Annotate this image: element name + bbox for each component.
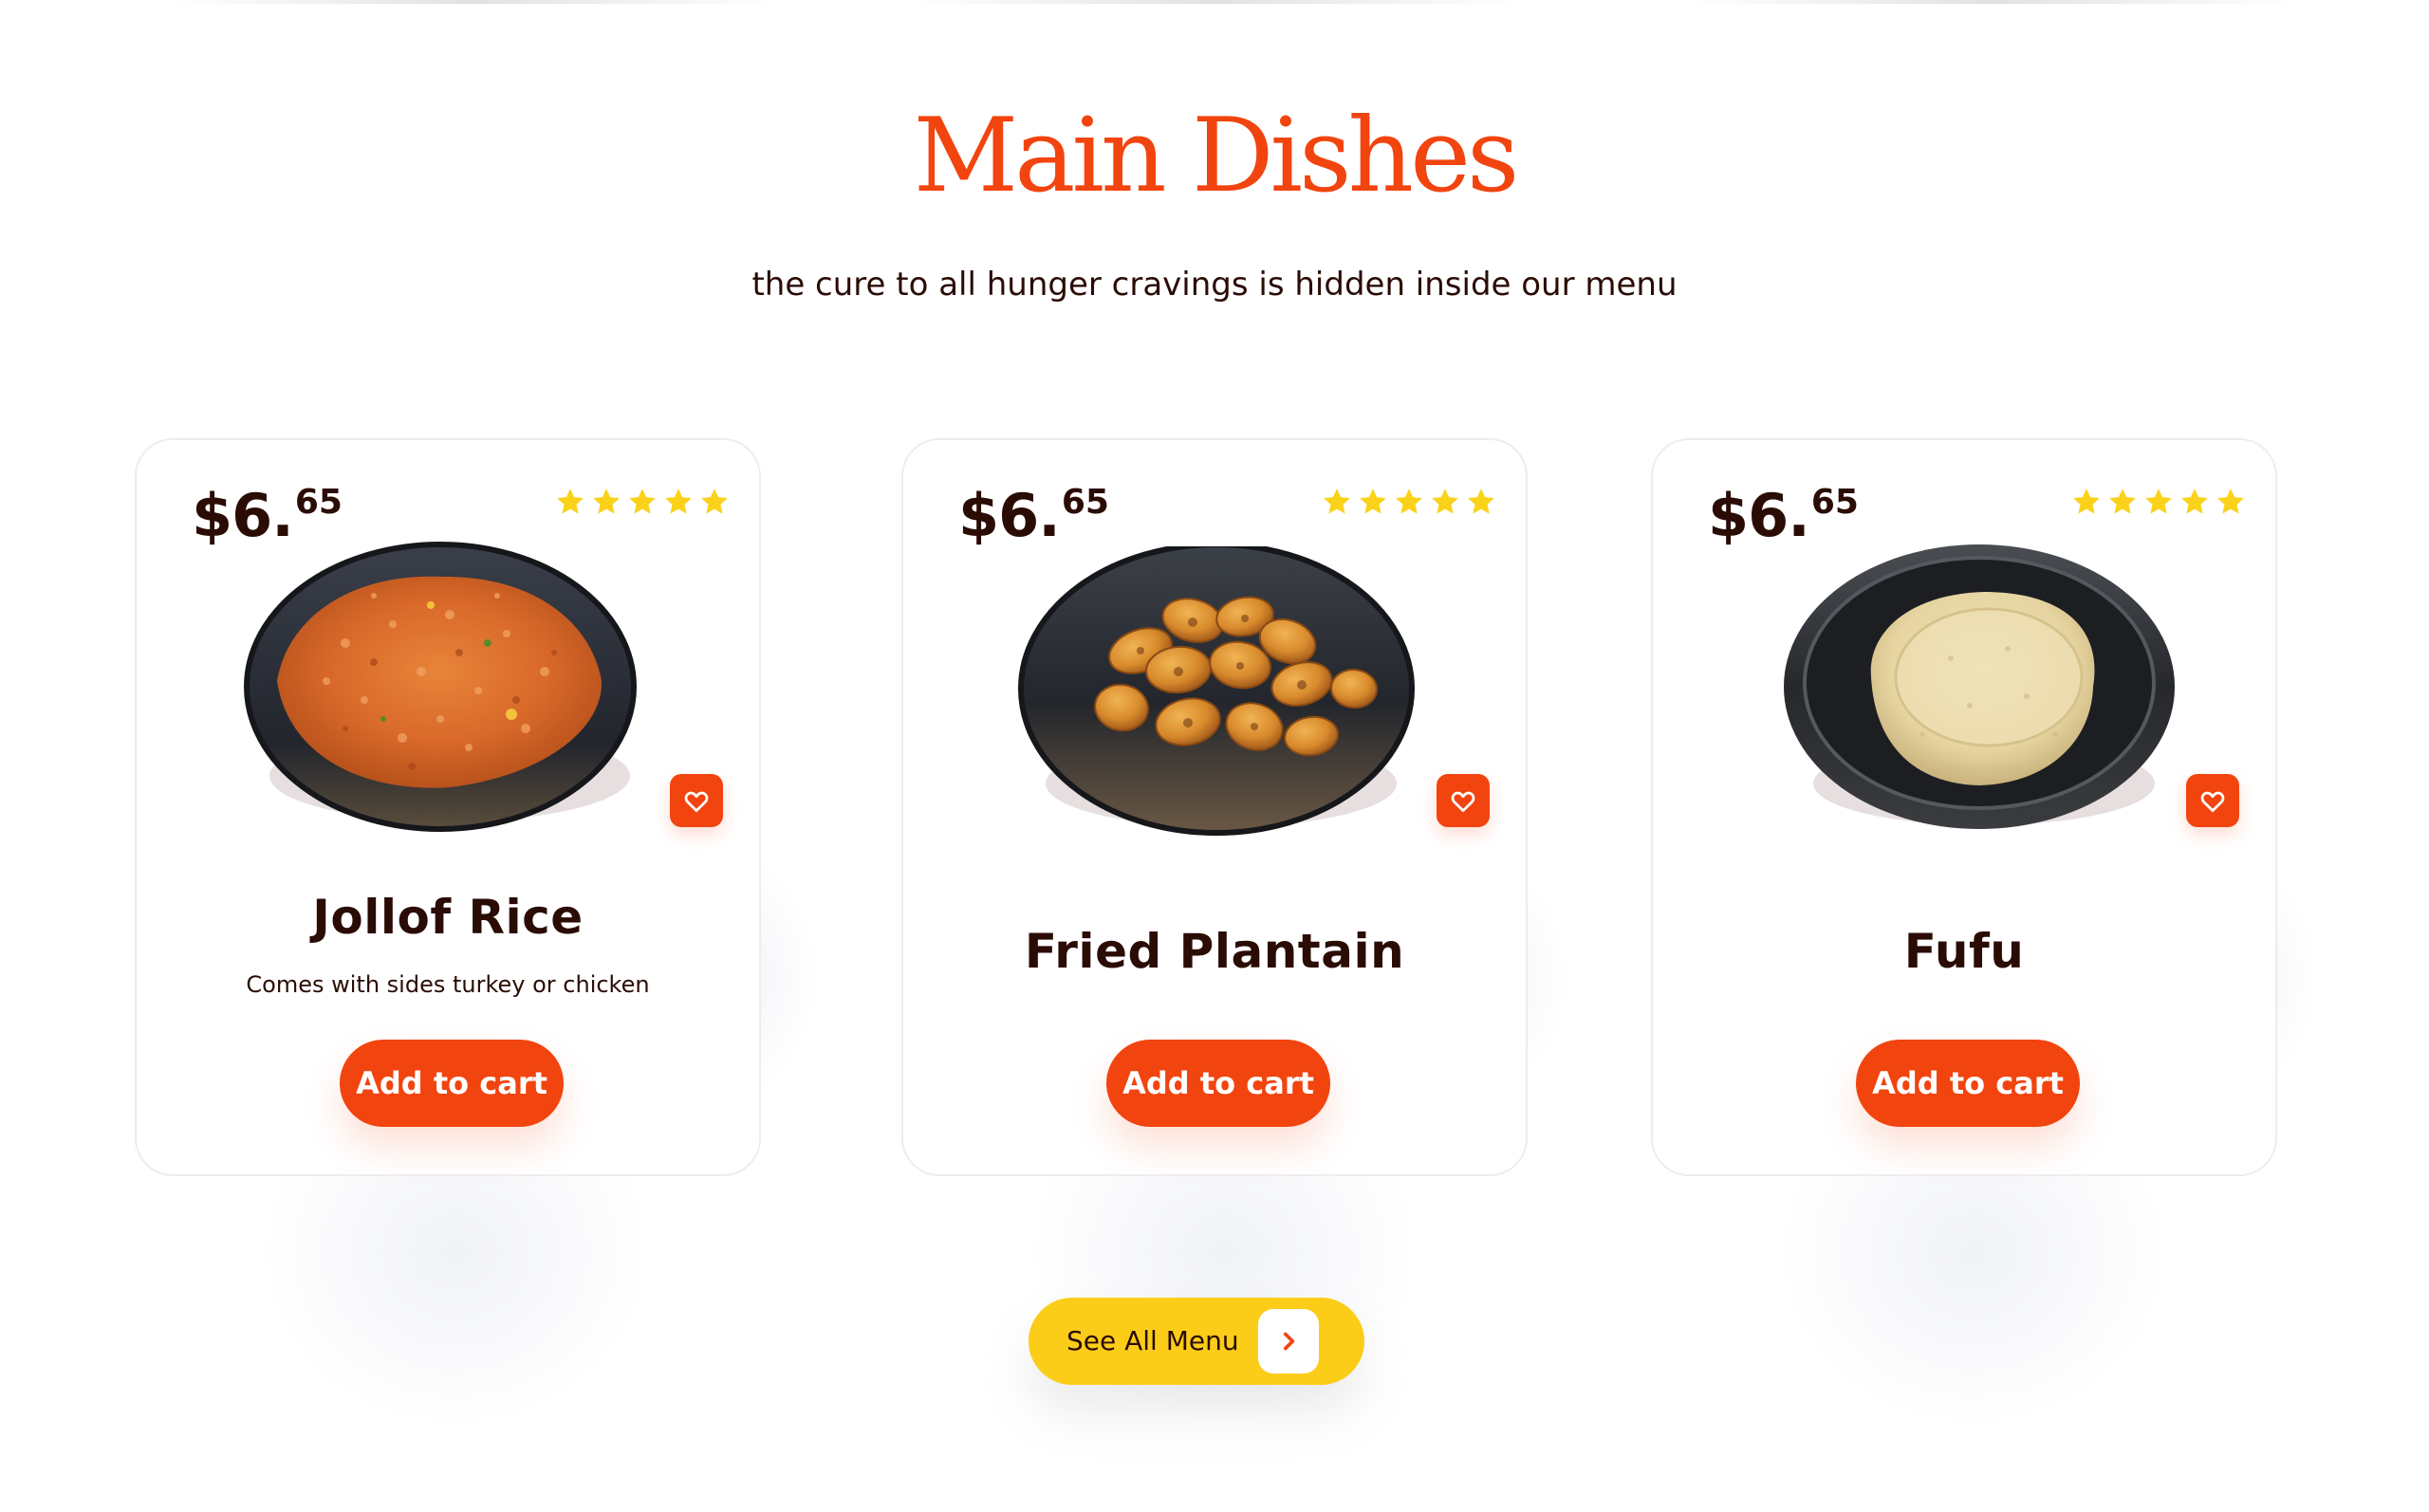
dish-name: Jollof Rice xyxy=(312,890,584,945)
heart-icon xyxy=(1451,791,1475,812)
dish-description: Comes with sides turkey or chicken xyxy=(246,971,650,998)
see-all-menu-label: See All Menu xyxy=(1066,1325,1239,1356)
add-to-cart-button[interactable]: Add to cart xyxy=(1856,1040,2080,1127)
heart-icon xyxy=(2200,791,2225,812)
favorite-button[interactable] xyxy=(1437,774,1490,827)
price-cents: 65 xyxy=(1810,483,1859,522)
dish-card: $6.65 xyxy=(135,438,761,1176)
star-icon xyxy=(2073,489,2100,514)
price-dollars: $6. xyxy=(958,481,1061,550)
star-icon xyxy=(557,489,584,514)
section-title: Main Dishes xyxy=(913,97,1520,215)
add-to-cart-button[interactable]: Add to cart xyxy=(1106,1040,1330,1127)
fried-plantain-plate-image xyxy=(1018,546,1415,836)
jollof-rice-plate-image xyxy=(244,542,637,832)
star-rating xyxy=(1321,486,1497,518)
dish-price: $6.65 xyxy=(958,478,1109,554)
favorite-button[interactable] xyxy=(670,774,723,827)
see-all-arrow-box xyxy=(1258,1309,1319,1374)
price-cents: 65 xyxy=(1061,483,1109,522)
top-divider xyxy=(0,0,2429,6)
add-to-cart-button[interactable]: Add to cart xyxy=(340,1040,564,1127)
section-subtitle: the cure to all hunger cravings is hidde… xyxy=(751,266,1678,304)
heart-icon xyxy=(684,791,709,812)
star-icon xyxy=(593,489,620,514)
chevron-right-icon xyxy=(1283,1332,1295,1351)
fufu-bowl-image xyxy=(1784,544,2175,829)
dish-name: Fufu xyxy=(1903,924,2025,979)
dish-card: $6.65 Fufu Add to cart xyxy=(1651,438,2277,1176)
dish-name: Fried Plantain xyxy=(1024,924,1405,979)
star-icon xyxy=(2145,489,2172,514)
star-icon xyxy=(665,489,692,514)
star-icon xyxy=(1324,489,1350,514)
see-all-menu-button[interactable]: See All Menu xyxy=(1029,1298,1364,1385)
star-icon xyxy=(701,489,728,514)
favorite-button[interactable] xyxy=(2186,774,2239,827)
star-icon xyxy=(1360,489,1386,514)
star-icon xyxy=(1432,489,1458,514)
star-icon xyxy=(2109,489,2136,514)
star-icon xyxy=(2181,489,2208,514)
star-icon xyxy=(1468,489,1494,514)
dish-card: $6.65 xyxy=(901,438,1528,1176)
star-icon xyxy=(629,489,656,514)
star-rating xyxy=(554,486,731,518)
star-rating xyxy=(2070,486,2247,518)
star-icon xyxy=(1396,489,1422,514)
star-icon xyxy=(2217,489,2244,514)
price-cents: 65 xyxy=(294,483,343,522)
